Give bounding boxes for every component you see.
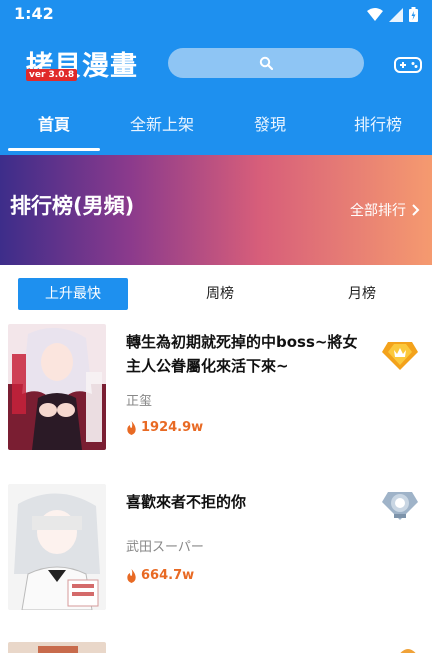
all-rankings-link[interactable]: 全部排行 xyxy=(350,200,420,220)
comic-heat: 1924.9w xyxy=(126,420,203,435)
list-item[interactable]: 轉生為初期就死掉的中boss~將女主人公眷屬化來活下來~ 正玺 1924.9w xyxy=(0,320,432,470)
status-icons xyxy=(367,7,418,22)
subtab-weekly[interactable]: 周榜 xyxy=(180,278,260,310)
heat-value: 1924.9w xyxy=(141,420,204,435)
search-icon xyxy=(259,56,273,70)
subtab-fastest-rising[interactable]: 上升最快 xyxy=(18,278,128,310)
comic-cover[interactable] xyxy=(8,642,106,653)
ranking-banner: 排行榜(男頻) 全部排行 xyxy=(0,155,432,265)
tab-ranking[interactable]: 排行榜 xyxy=(324,105,432,153)
app-logo[interactable]: 拷貝漫畫 ver 3.0.8 xyxy=(26,44,146,84)
status-time: 1:42 xyxy=(14,4,54,23)
all-rankings-label: 全部排行 xyxy=(350,203,406,219)
rank-badge-icon xyxy=(400,649,416,653)
fire-icon xyxy=(127,568,136,583)
ranking-subtabs: 上升最快 周榜 月榜 xyxy=(0,278,432,314)
comic-author: 武田スーパー xyxy=(126,540,204,555)
gamepad-icon[interactable] xyxy=(394,56,422,74)
app-header: 1:42 拷貝漫畫 ver 3.0.8 首頁 全新上架 發現 排行榜 xyxy=(0,0,432,155)
subtab-monthly[interactable]: 月榜 xyxy=(322,278,402,310)
silver-medal-icon xyxy=(382,492,418,520)
list-item[interactable] xyxy=(0,638,432,653)
comic-heat: 664.7w xyxy=(126,568,194,583)
banner-title: 排行榜(男頻) xyxy=(10,194,135,218)
comic-title[interactable]: 喜歡來者不拒的你 xyxy=(126,490,366,514)
wifi-icon xyxy=(367,7,383,21)
list-item[interactable]: 喜歡來者不拒的你 武田スーパー 664.7w xyxy=(0,480,432,630)
signal-icon xyxy=(389,7,403,22)
battery-icon xyxy=(409,7,418,22)
search-bar[interactable] xyxy=(168,48,364,78)
heat-value: 664.7w xyxy=(141,568,195,583)
comic-author: 正玺 xyxy=(126,394,153,409)
version-badge: ver 3.0.8 xyxy=(26,69,78,81)
status-bar: 1:42 xyxy=(0,0,432,30)
chevron-right-icon xyxy=(412,204,420,216)
main-tabs: 首頁 全新上架 發現 排行榜 xyxy=(0,105,432,153)
app-screen: 1:42 拷貝漫畫 ver 3.0.8 首頁 全新上架 發現 排行榜 排行榜(男… xyxy=(0,0,432,653)
comic-cover[interactable] xyxy=(8,324,106,450)
comic-cover[interactable] xyxy=(8,484,106,610)
tab-home[interactable]: 首頁 xyxy=(0,105,108,153)
comic-title[interactable]: 轉生為初期就死掉的中boss~將女主人公眷屬化來活下來~ xyxy=(126,330,366,378)
cover-image xyxy=(8,324,106,450)
gold-crown-icon xyxy=(382,342,418,370)
cover-image xyxy=(8,484,106,610)
cover-image xyxy=(8,642,106,653)
fire-icon xyxy=(127,420,136,435)
tab-discover[interactable]: 發現 xyxy=(216,105,324,153)
tab-new-arrivals[interactable]: 全新上架 xyxy=(108,105,216,153)
